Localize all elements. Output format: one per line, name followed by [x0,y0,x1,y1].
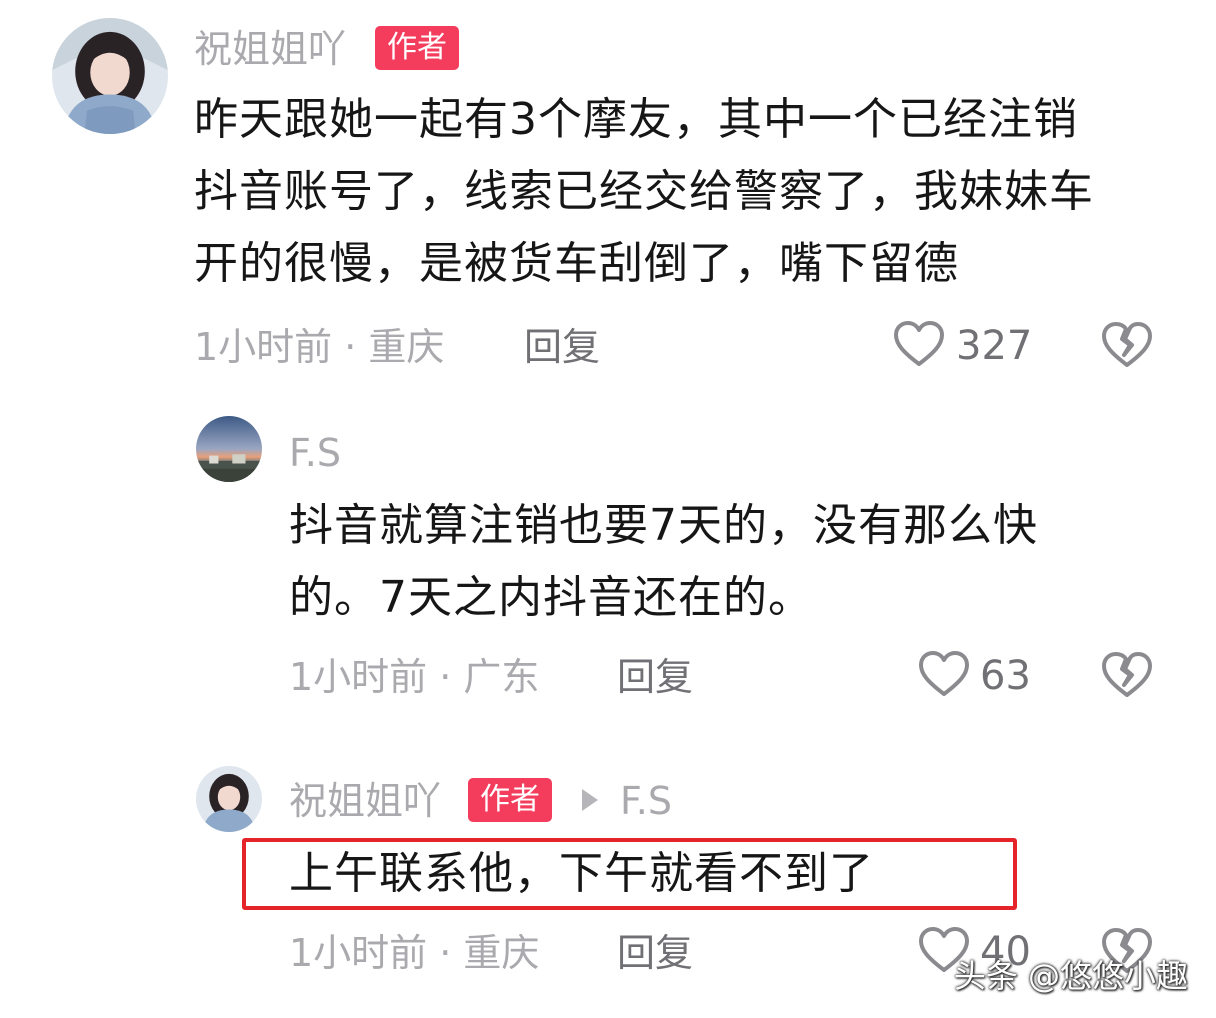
comment-author-name[interactable]: F.S [289,434,341,472]
author-badge: 作者 [375,26,459,70]
author-badge: 作者 [468,778,552,822]
watermark: 头条 @悠悠小趣 [953,957,1188,995]
comment-text-line: 开的很慢，是被货车刮倒了，嘴下留德 [194,238,959,289]
comment-thread: 祝姐姐吖 作者 昨天跟她一起有3个摩友，其中一个已经注销 抖音账号了，线索已经交… [0,0,1216,1018]
dislike-button[interactable] [1101,651,1153,699]
reply-button[interactable]: 回复 [617,934,693,972]
comment-text-line: 的。7天之内抖音还在的。 [289,572,813,623]
comment-text-line: 上午联系他，下午就看不到了 [289,848,874,899]
comment-time-location: 1小时前 · 广东 [289,655,540,699]
play-arrow-icon [582,789,598,811]
avatar[interactable] [196,766,262,832]
comment-text-line: 抖音就算注销也要7天的，没有那么快 [289,500,1038,551]
broken-heart-icon [1102,652,1152,697]
like-button[interactable] [893,320,945,368]
reply-button[interactable]: 回复 [617,658,693,696]
comment-text-line: 抖音账号了，线索已经交给警察了，我妹妹车 [194,166,1094,217]
comment-author-name[interactable]: 祝姐姐吖 [194,30,346,68]
like-count: 327 [956,323,1033,369]
like-count: 63 [980,653,1031,699]
avatar[interactable] [52,18,168,134]
reply-button[interactable]: 回复 [524,328,600,366]
comment-author-name[interactable]: 祝姐姐吖 [289,782,441,820]
broken-heart-icon [1102,322,1152,367]
reply-to-name[interactable]: F.S [620,782,672,820]
comment-text[interactable]: 上午联系他，下午就看不到了 [289,838,874,910]
avatar-girl-icon [52,18,168,134]
avatar-sunset-icon [196,416,262,482]
comment-text[interactable]: 抖音就算注销也要7天的，没有那么快 的。7天之内抖音还在的。 [289,490,1038,634]
comment-time-location: 1小时前 · 重庆 [289,931,540,975]
comment-time-location: 1小时前 · 重庆 [194,325,445,369]
heart-outline-icon [894,321,944,366]
like-button[interactable] [918,650,970,698]
avatar-girl-icon [196,766,262,832]
comment-text[interactable]: 昨天跟她一起有3个摩友，其中一个已经注销 抖音账号了，线索已经交给警察了，我妹妹… [194,84,1094,300]
heart-outline-icon [919,651,969,696]
avatar[interactable] [196,416,262,482]
dislike-button[interactable] [1101,321,1153,369]
comment-text-line: 昨天跟她一起有3个摩友，其中一个已经注销 [194,94,1078,145]
